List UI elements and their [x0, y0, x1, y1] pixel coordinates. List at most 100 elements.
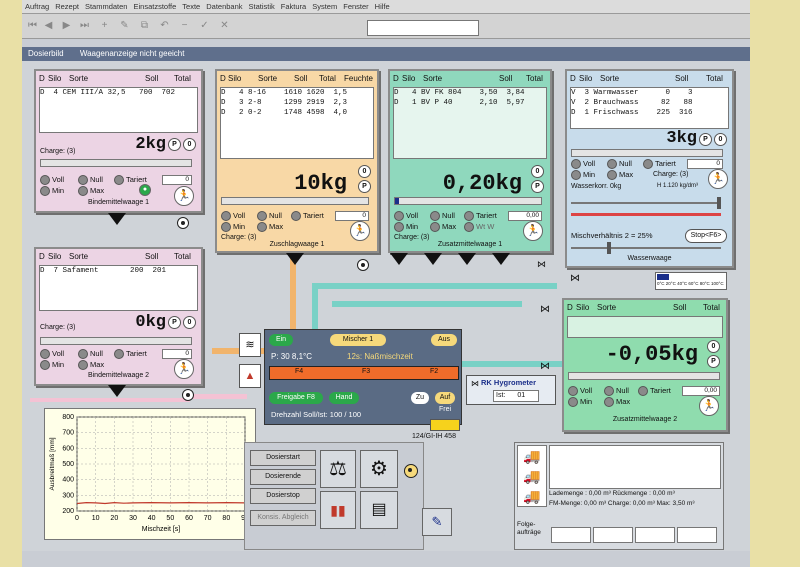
toolbar-search-field[interactable] [367, 20, 479, 36]
printer-icon[interactable]: ▤ [360, 491, 398, 529]
water-slider-thumb[interactable] [717, 197, 721, 209]
valve-icon[interactable]: ⋈ [540, 361, 550, 372]
menu-item-1[interactable]: Rezept [55, 0, 79, 13]
radio-min[interactable]: Min [40, 360, 64, 371]
radio-voll[interactable]: Voll [571, 159, 595, 170]
menu-item-5[interactable]: Datenbank [206, 0, 242, 13]
radio-min[interactable]: Min [571, 170, 595, 181]
list-item[interactable]: V 3 Warmwasser 0 3 [571, 88, 728, 98]
mixer-1-button[interactable]: Mischer 1 [330, 334, 386, 346]
tare-field[interactable]: 0 [687, 159, 723, 169]
valve-icon[interactable] [182, 389, 194, 401]
list-item[interactable]: D 1 Frischwass 225 316 [571, 108, 728, 118]
mixer-off-button[interactable]: Aus [431, 334, 457, 346]
scale-icon[interactable]: ⚖ [320, 450, 356, 488]
ratio-slider-thumb[interactable] [607, 242, 611, 254]
aggregate-list[interactable]: D 4 8-16 1610 1620 1,5 D 3 2-8 1299 2919… [220, 87, 374, 159]
radio-max[interactable]: Max [604, 397, 630, 408]
menu-item-0[interactable]: Auftrag [25, 0, 49, 13]
washer-icon[interactable]: ≋ [239, 333, 261, 357]
menu-item-9[interactable]: Fenster [343, 0, 368, 13]
list-item[interactable]: D 4 BV FK 804 3,50 3,84 [394, 88, 546, 98]
operator-icon[interactable]: 🏃 [350, 221, 370, 241]
dosing-end-button[interactable]: Dosierende [250, 469, 316, 485]
radio-voll[interactable]: Voll [40, 349, 64, 360]
binder-scale-2-list[interactable]: D 7 Safament 200 201 [39, 265, 198, 311]
radio-tariert[interactable]: Tariert [643, 159, 676, 170]
list-item[interactable]: D 2 0-2 1748 4598 4,0 [221, 108, 373, 118]
radio-min[interactable]: Min [568, 397, 592, 408]
radio-voll[interactable]: Voll [221, 211, 245, 222]
list-item[interactable]: D 1 BV P 40 2,10 5,97 [394, 98, 546, 108]
new-icon[interactable]: + [98, 19, 111, 32]
operator-icon[interactable]: 🏃 [699, 396, 719, 416]
menu-item-4[interactable]: Texte [182, 0, 200, 13]
menu-item-6[interactable]: Statistik [249, 0, 275, 13]
first-icon[interactable]: ⏮ [26, 19, 39, 32]
tare-field[interactable]: 0,00 [508, 211, 542, 221]
operator-icon[interactable]: 🏃 [523, 221, 543, 241]
operator-icon[interactable]: 🏃 [708, 169, 728, 189]
truck-icon[interactable]: 🚚 🚚 🚚 [517, 445, 547, 507]
zero-button[interactable]: 0 [714, 133, 727, 146]
zero-button[interactable]: 0 [358, 165, 371, 178]
menu-item-8[interactable]: System [312, 0, 337, 13]
stop-f6-button[interactable]: Stop<F6> [685, 229, 727, 243]
tools-icon[interactable]: ✎ [422, 508, 452, 536]
zero-button[interactable]: 0 [707, 340, 720, 353]
list-item[interactable]: D 3 2-8 1299 2919 2,3 [221, 98, 373, 108]
copy-icon[interactable]: ⧉ [138, 19, 151, 32]
zero-button[interactable]: 0 [531, 165, 544, 178]
prev-icon[interactable]: ◀ [42, 19, 55, 32]
list-item[interactable]: D 4 CEM III/A 32,5 700 702 [40, 88, 197, 98]
manual-button[interactable]: Hand [329, 392, 359, 404]
menu-item-10[interactable]: Hilfe [375, 0, 390, 13]
menu-item-7[interactable]: Faktura [281, 0, 306, 13]
radio-voll[interactable]: Voll [568, 386, 592, 397]
list-item[interactable]: V 2 Brauchwass 82 88 [571, 98, 728, 108]
p-button[interactable]: P [168, 138, 181, 151]
follow-order-slot[interactable] [677, 527, 717, 543]
water-list[interactable]: V 3 Warmwasser 0 3 V 2 Brauchwass 82 88 … [570, 87, 729, 129]
valve-icon[interactable] [404, 464, 418, 478]
follow-order-slot[interactable] [593, 527, 633, 543]
back-icon[interactable]: ↶ [158, 19, 171, 32]
consistency-adjust-button[interactable]: Konsis. Abgleich [250, 510, 316, 526]
dosing-start-button[interactable]: Dosierstart [250, 450, 316, 466]
radio-voll[interactable]: Voll [394, 211, 418, 222]
tare-field[interactable]: 0 [162, 349, 192, 359]
dispenser-icon[interactable]: ▮▮ [320, 491, 356, 529]
follow-order-slot[interactable] [551, 527, 591, 543]
radio-max[interactable]: Max [78, 186, 104, 197]
tare-field[interactable]: 0 [162, 175, 192, 185]
next-icon[interactable]: ▶ [60, 19, 73, 32]
additive-list[interactable]: D 4 BV FK 804 3,50 3,84 D 1 BV P 40 2,10… [393, 87, 547, 159]
radio-tariert[interactable]: Tariert [114, 349, 147, 360]
mixer-on-button[interactable]: Ein [269, 334, 293, 346]
p-button[interactable]: P [358, 180, 371, 193]
radio-max[interactable]: Max [257, 222, 283, 233]
menu-item-3[interactable]: Einsatzstoffe [133, 0, 176, 13]
radio-null[interactable]: Null [604, 386, 629, 397]
last-icon[interactable]: ⏭ [78, 19, 91, 32]
edit-icon[interactable]: ✎ [118, 19, 131, 32]
radio-tariert[interactable]: Tariert [638, 386, 671, 397]
radio-voll[interactable]: Voll [40, 175, 64, 186]
radio-max[interactable]: Max [430, 222, 456, 233]
tare-field[interactable]: 0,00 [682, 386, 720, 396]
gears-icon[interactable]: ⚙ [360, 450, 398, 488]
p-button[interactable]: P [707, 355, 720, 368]
cancel-icon[interactable]: ✕ [218, 19, 231, 32]
close-button[interactable]: Zu [411, 392, 429, 404]
valve-icon[interactable]: ⋈ [570, 273, 580, 284]
list-item[interactable]: D 7 Safament 200 201 [40, 266, 197, 276]
zero-button[interactable]: 0 [183, 138, 196, 151]
p-button[interactable]: P [168, 316, 181, 329]
follow-order-slot[interactable] [635, 527, 675, 543]
radio-wt-w[interactable]: Wt W [464, 222, 494, 233]
radio-tariert[interactable]: Tariert [464, 211, 497, 222]
list-item[interactable]: D 4 8-16 1610 1620 1,5 [221, 88, 373, 98]
radio-min[interactable]: Min [394, 222, 418, 233]
menu-item-2[interactable]: Stammdaten [85, 0, 128, 13]
valve-icon[interactable] [357, 259, 369, 271]
